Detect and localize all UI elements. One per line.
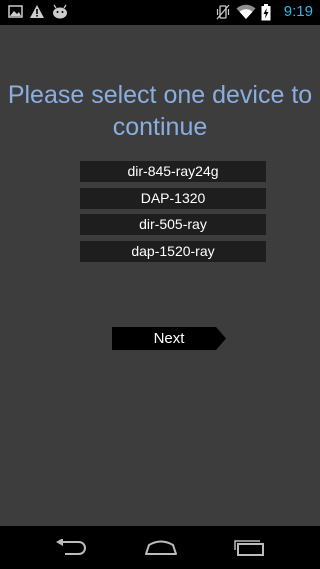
device-item[interactable]: dir-845-ray24g <box>80 161 266 182</box>
recent-apps-icon <box>234 540 264 556</box>
home-icon <box>145 540 177 555</box>
device-item[interactable]: dap-1520-ray <box>80 241 266 263</box>
device-item[interactable]: DAP-1320 <box>80 187 266 209</box>
device-list: dir-845-ray24g DAP-1320 dir-505-ray dap-… <box>80 161 266 268</box>
home-button[interactable] <box>125 526 195 569</box>
next-button-label: Next <box>153 330 185 347</box>
back-button[interactable] <box>37 526 107 569</box>
vibrate-icon <box>216 4 230 20</box>
wifi-icon <box>236 4 256 19</box>
back-icon <box>56 539 86 555</box>
recent-apps-button[interactable] <box>214 526 284 569</box>
warning-icon <box>30 5 44 18</box>
next-button[interactable]: Next <box>112 327 226 350</box>
main-content: Please select one device to continue dir… <box>0 25 320 526</box>
device-item[interactable]: dir-505-ray <box>80 214 266 236</box>
status-bar: 9:19 <box>0 0 320 25</box>
battery-icon <box>261 4 271 21</box>
page-title: Please select one device to continue <box>7 81 313 141</box>
android-debug-icon <box>53 4 67 19</box>
image-notification-icon <box>8 5 23 18</box>
navigation-bar <box>0 526 320 569</box>
clock: 9:19 <box>283 3 313 20</box>
